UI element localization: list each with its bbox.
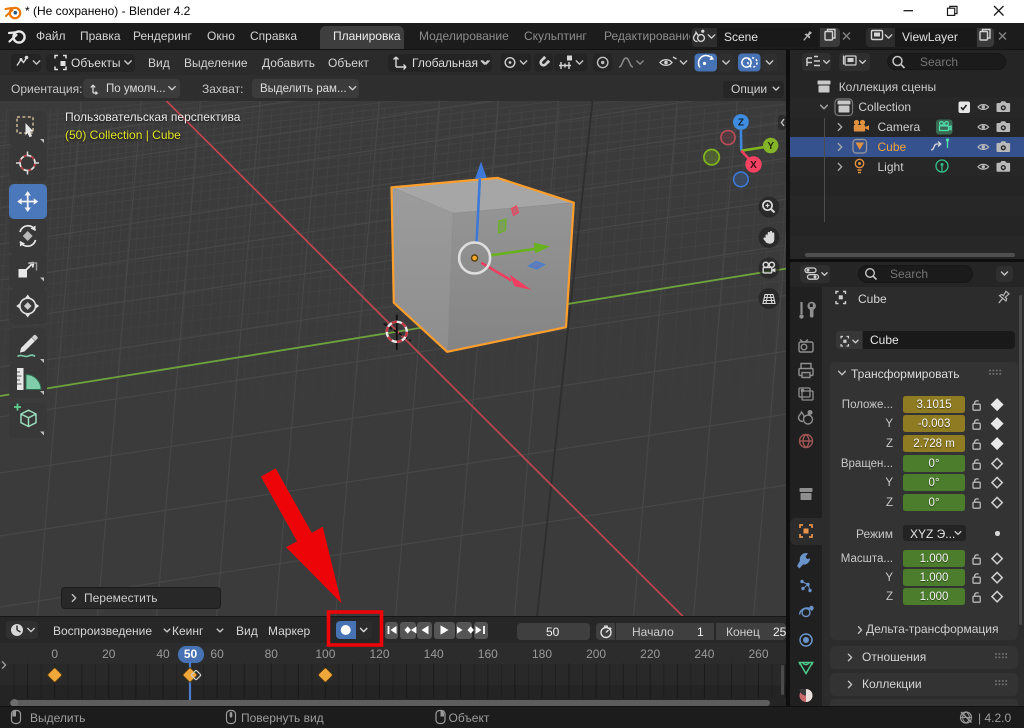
- svg-text:Z: Z: [738, 118, 744, 129]
- svg-text:Y: Y: [767, 141, 774, 152]
- svg-text:X: X: [750, 160, 757, 171]
